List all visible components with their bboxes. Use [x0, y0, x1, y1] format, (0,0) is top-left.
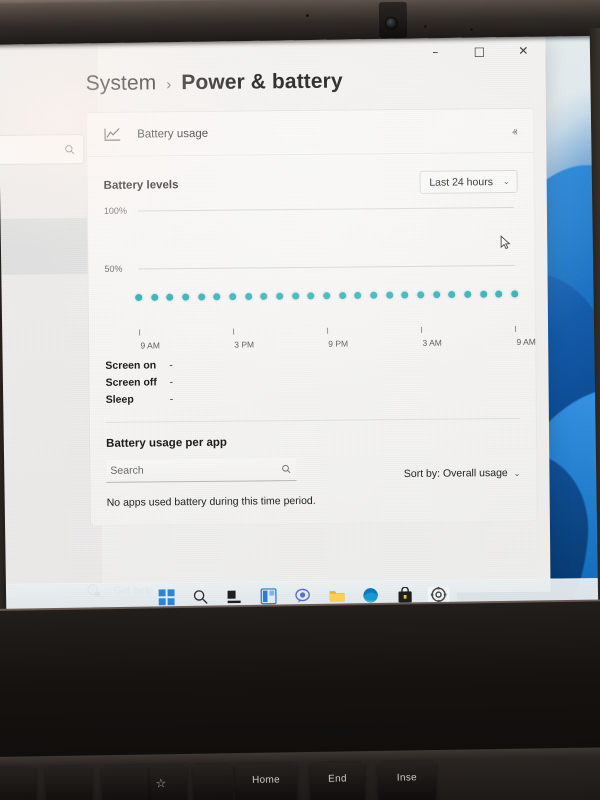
keyboard-key[interactable] — [0, 766, 37, 800]
page-title: Power & battery — [181, 69, 343, 95]
x-axis-label: 9 AM — [140, 340, 160, 351]
x-axis-label: 9 PM — [328, 338, 349, 349]
chart-data-point — [323, 291, 331, 299]
x-axis-tick — [515, 325, 517, 332]
keyboard-key[interactable]: End — [309, 761, 366, 800]
chart-data-point — [338, 291, 346, 299]
chart-data-point — [354, 291, 362, 299]
chart-data-point — [370, 291, 378, 299]
laptop-keyboard: ☆ Home End Inse — [0, 746, 600, 800]
battery-usage-card: Battery usage ⱏ Battery levels Last 24 h… — [85, 107, 538, 527]
y-axis-tick-100: 100% — [103, 205, 127, 216]
battery-stats-list: Screen on - Screen off - Sleep - — [105, 353, 519, 408]
battery-levels-title: Battery levels — [103, 178, 179, 192]
chart-data-point — [291, 292, 299, 300]
maximize-button[interactable]: □ — [457, 36, 501, 66]
keyboard-key[interactable] — [45, 765, 93, 800]
chart-data-point — [401, 290, 409, 299]
chart-data-point — [495, 290, 503, 298]
stat-value: - — [169, 375, 174, 388]
chart-data-point — [276, 292, 284, 300]
chart-plot-area — [135, 207, 519, 327]
chart-data-point — [511, 289, 519, 298]
breadcrumb: System › Power & battery — [86, 70, 343, 96]
laptop-screen: Search – □ ✕ System › Power & battery — [0, 32, 600, 618]
chart-data-point — [464, 290, 472, 298]
settings-nav-highlight — [0, 217, 100, 276]
keyboard-key[interactable] — [192, 763, 234, 800]
x-axis-label: 3 PM — [234, 339, 255, 350]
time-range-value: Last 24 hours — [429, 175, 493, 189]
apps-controls-row: Search Sort by: Overall usage ⌄ — [106, 456, 520, 483]
settings-search-input[interactable]: Search — [0, 134, 85, 166]
webcam-lens — [384, 16, 399, 31]
chart-data-point — [417, 290, 425, 298]
keyboard-key[interactable]: Inse — [377, 760, 437, 800]
stat-label: Sleep — [105, 393, 134, 406]
chart-data-point — [307, 291, 315, 299]
microphone-hole — [306, 14, 309, 17]
chart-data-point — [385, 291, 393, 299]
chart-data-point — [260, 292, 268, 300]
chart-data-point — [432, 290, 440, 298]
x-axis-tick — [327, 327, 329, 334]
app-search-placeholder: Search — [110, 464, 144, 477]
no-apps-message: No apps used battery during this time pe… — [106, 494, 316, 509]
laptop-photo: Search – □ ✕ System › Power & battery — [0, 0, 600, 800]
time-range-dropdown[interactable]: Last 24 hours ⌄ — [419, 169, 518, 194]
stat-label: Screen off — [105, 375, 157, 389]
close-button[interactable]: ✕ — [501, 36, 545, 66]
chart-data-point — [150, 293, 158, 301]
settings-window: Search – □ ✕ System › Power & battery — [0, 35, 551, 618]
y-axis-tick-50: 50% — [104, 263, 123, 274]
chart-data-point — [166, 293, 174, 301]
chart-data-point — [479, 290, 487, 298]
keyboard-key[interactable]: Home — [234, 762, 298, 800]
settings-search-placeholder: Search — [0, 143, 64, 156]
chevron-up-icon[interactable]: ⱏ — [512, 128, 517, 139]
keyboard-key[interactable] — [101, 764, 149, 800]
chart-data-point — [182, 293, 190, 301]
chart-data-point — [213, 292, 221, 300]
stat-value: - — [169, 392, 174, 405]
chevron-down-icon: ⌄ — [502, 176, 510, 187]
search-icon — [282, 464, 291, 474]
battery-levels-chart: 100% 50% 9 AM 3 PM 9 PM 3 AM 9 AM — [103, 205, 536, 351]
chart-data-point — [244, 292, 252, 300]
stat-value: - — [169, 358, 173, 371]
stat-row-sleep: Sleep - — [106, 387, 520, 408]
chart-data-point — [197, 292, 205, 301]
microphone-hole — [424, 25, 427, 28]
stat-label: Screen on — [105, 358, 157, 372]
microphone-hole — [470, 28, 473, 31]
chart-data-point — [135, 293, 143, 301]
card-divider — [105, 417, 520, 423]
battery-usage-per-app-title: Battery usage per app — [106, 436, 227, 450]
line-chart-icon — [104, 127, 121, 141]
sort-by-label: Sort by: Overall usage — [403, 467, 508, 481]
mouse-cursor — [500, 235, 511, 250]
x-axis-label: 9 AM — [516, 336, 536, 347]
sort-by-dropdown[interactable]: Sort by: Overall usage ⌄ — [404, 467, 521, 480]
battery-levels-row: Battery levels Last 24 hours ⌄ — [87, 153, 533, 197]
chart-data-point — [448, 290, 456, 298]
x-axis-label: 3 AM — [422, 337, 442, 348]
minimize-button[interactable]: – — [413, 36, 457, 66]
x-axis-tick — [139, 329, 141, 336]
x-axis-tick — [233, 328, 235, 335]
battery-usage-header[interactable]: Battery usage ⱏ — [86, 108, 534, 158]
search-icon — [65, 144, 75, 154]
battery-usage-label: Battery usage — [137, 127, 209, 141]
breadcrumb-root-link[interactable]: System — [86, 71, 157, 96]
chevron-down-icon: ⌄ — [513, 468, 521, 478]
app-search-input[interactable]: Search — [106, 458, 297, 483]
x-axis-tick — [421, 326, 423, 333]
breadcrumb-separator-icon: › — [166, 76, 172, 94]
chart-data-point — [229, 292, 237, 300]
